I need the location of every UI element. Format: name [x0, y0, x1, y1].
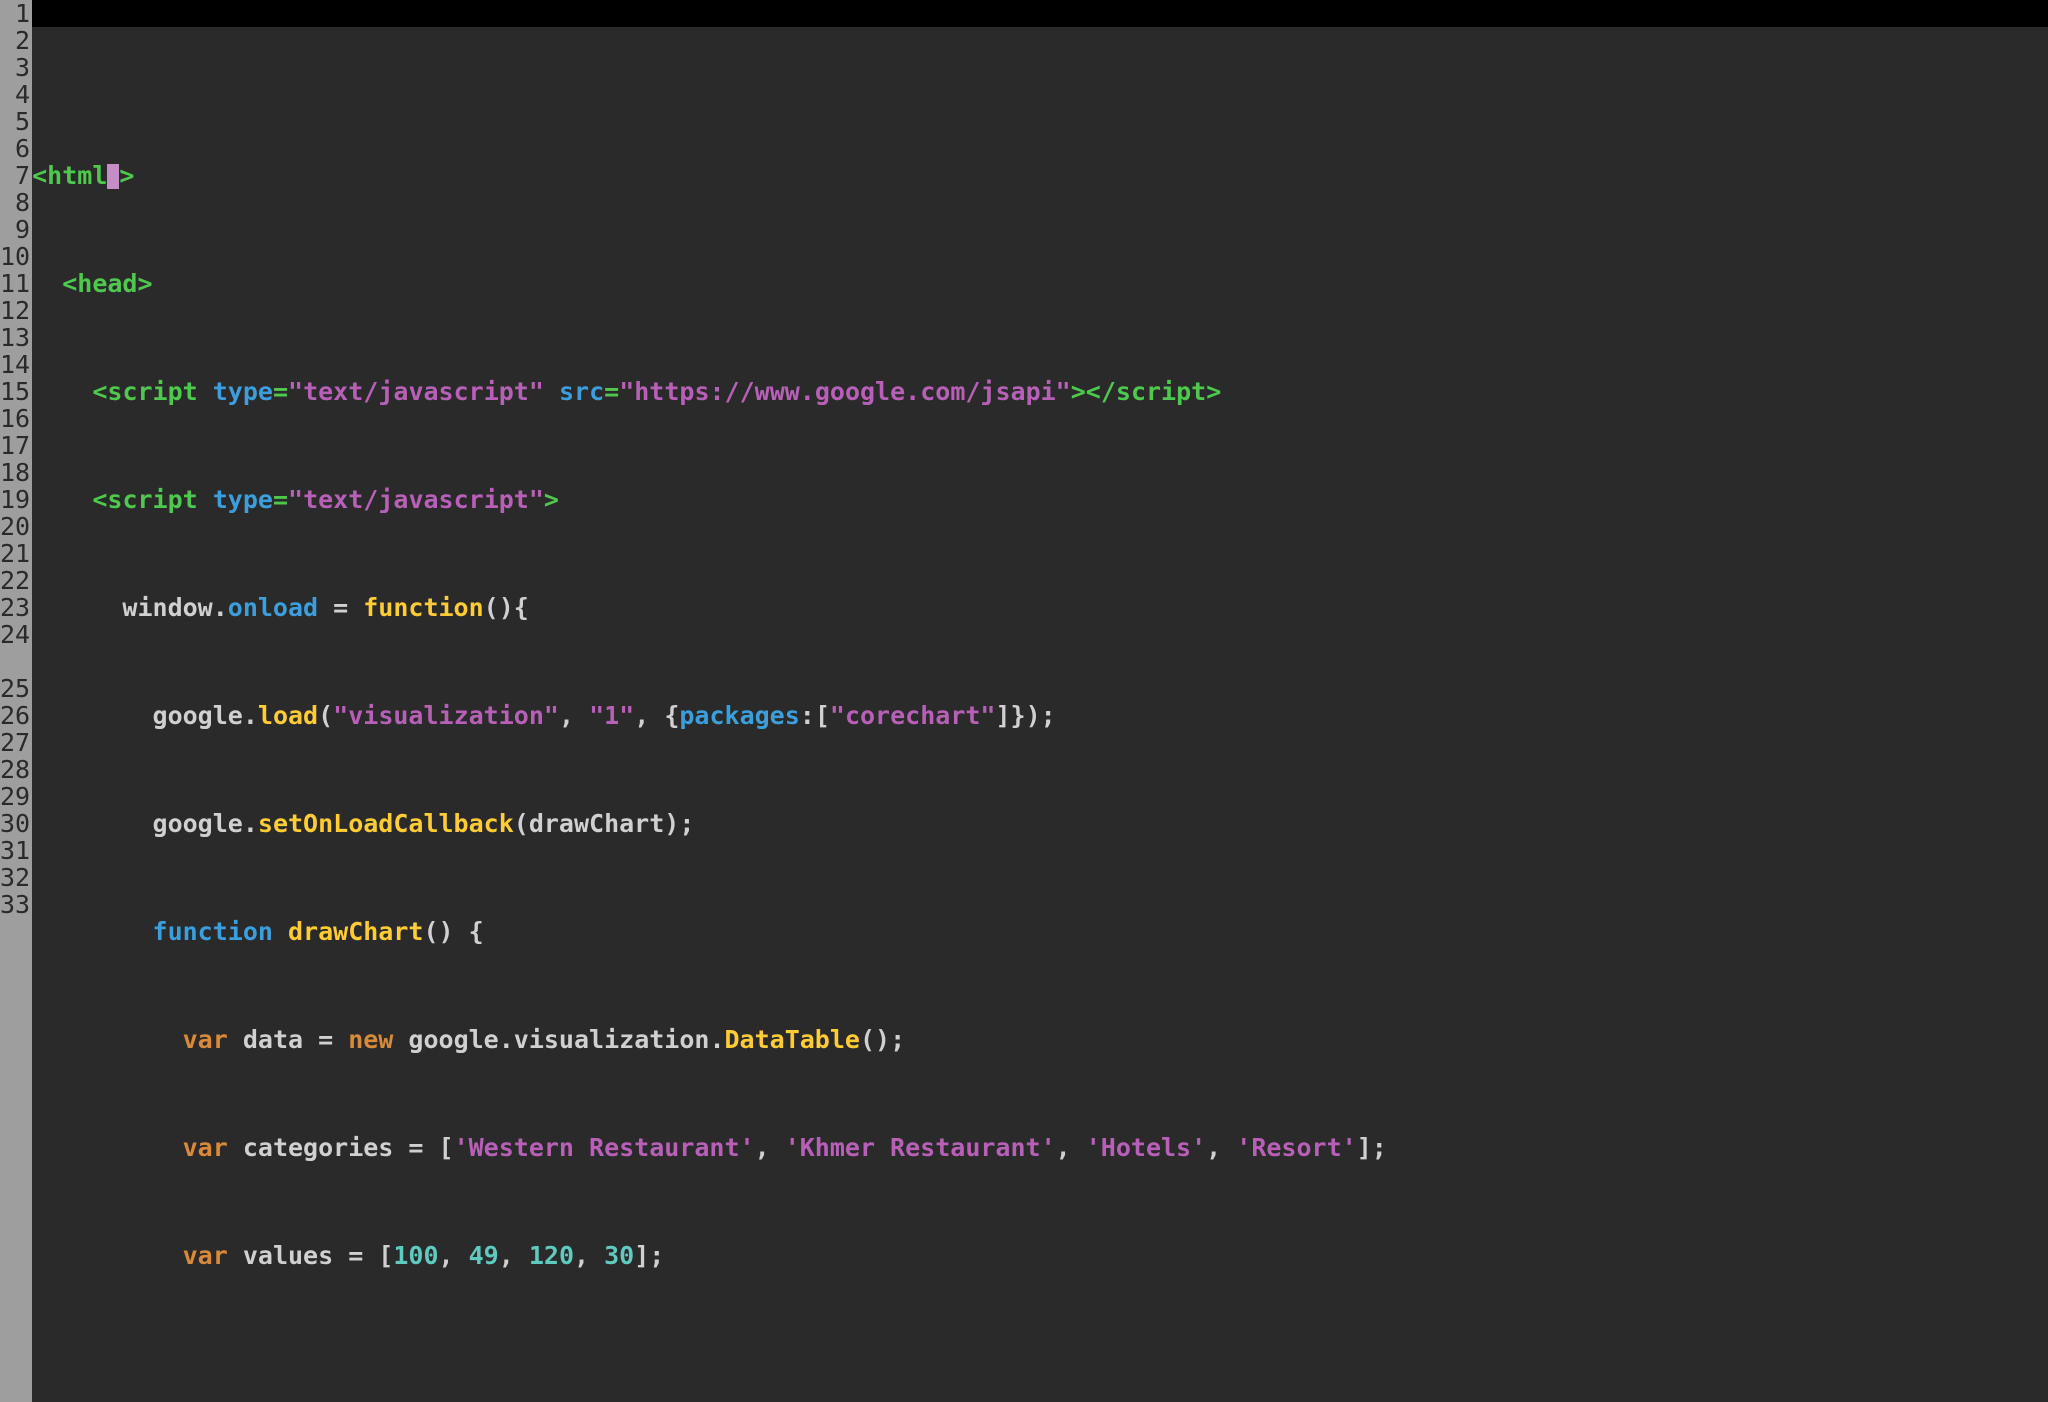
text-cursor	[107, 164, 119, 189]
line-number: 2	[0, 27, 30, 54]
code-line[interactable]: var values = [100, 49, 120, 30];	[32, 1242, 2048, 1269]
code-line[interactable]: var data = new google.visualization.Data…	[32, 1026, 2048, 1053]
line-number: 30	[0, 810, 30, 837]
line-number-gutter: 123456789101112131415161718192021222324 …	[0, 0, 32, 1402]
code-editor[interactable]: 123456789101112131415161718192021222324 …	[0, 0, 2048, 1402]
code-line[interactable]: <html>	[32, 162, 2048, 189]
line-number: 23	[0, 594, 30, 621]
line-number: 14	[0, 351, 30, 378]
line-number: 28	[0, 756, 30, 783]
line-number: 1	[0, 0, 30, 27]
line-number: 26	[0, 702, 30, 729]
code-line[interactable]: <head>	[32, 270, 2048, 297]
code-area[interactable]: <html> <head> <script type="text/javascr…	[32, 0, 2048, 1402]
line-number: 15	[0, 378, 30, 405]
line-number: 24	[0, 621, 30, 648]
code-line[interactable]: <script type="text/javascript" src="http…	[32, 378, 2048, 405]
line-number: 6	[0, 135, 30, 162]
current-line-highlight	[32, 0, 2048, 27]
line-number: 8	[0, 189, 30, 216]
line-number: 12	[0, 297, 30, 324]
code-line[interactable]: var categories = ['Western Restaurant', …	[32, 1134, 2048, 1161]
code-line[interactable]: window.onload = function(){	[32, 594, 2048, 621]
line-number: 7	[0, 162, 30, 189]
code-line[interactable]: function drawChart() {	[32, 918, 2048, 945]
line-number: 20	[0, 513, 30, 540]
line-number: 9	[0, 216, 30, 243]
code-line[interactable]	[32, 1350, 2048, 1377]
code-line[interactable]: google.setOnLoadCallback(drawChart);	[32, 810, 2048, 837]
line-number: 25	[0, 675, 30, 702]
line-number: 11	[0, 270, 30, 297]
code-line[interactable]: google.load("visualization", "1", {packa…	[32, 702, 2048, 729]
line-number: 32	[0, 864, 30, 891]
line-number: 31	[0, 837, 30, 864]
line-number: 13	[0, 324, 30, 351]
line-number: 17	[0, 432, 30, 459]
line-number: 5	[0, 108, 30, 135]
line-number: 18	[0, 459, 30, 486]
line-number: 10	[0, 243, 30, 270]
line-number: 33	[0, 891, 30, 918]
line-number: 21	[0, 540, 30, 567]
line-number: 16	[0, 405, 30, 432]
line-number: 19	[0, 486, 30, 513]
line-number: 27	[0, 729, 30, 756]
line-number-wrap-blank	[0, 648, 30, 675]
line-number: 3	[0, 54, 30, 81]
line-number: 22	[0, 567, 30, 594]
code-line[interactable]: <script type="text/javascript">	[32, 486, 2048, 513]
line-number: 29	[0, 783, 30, 810]
line-number: 4	[0, 81, 30, 108]
